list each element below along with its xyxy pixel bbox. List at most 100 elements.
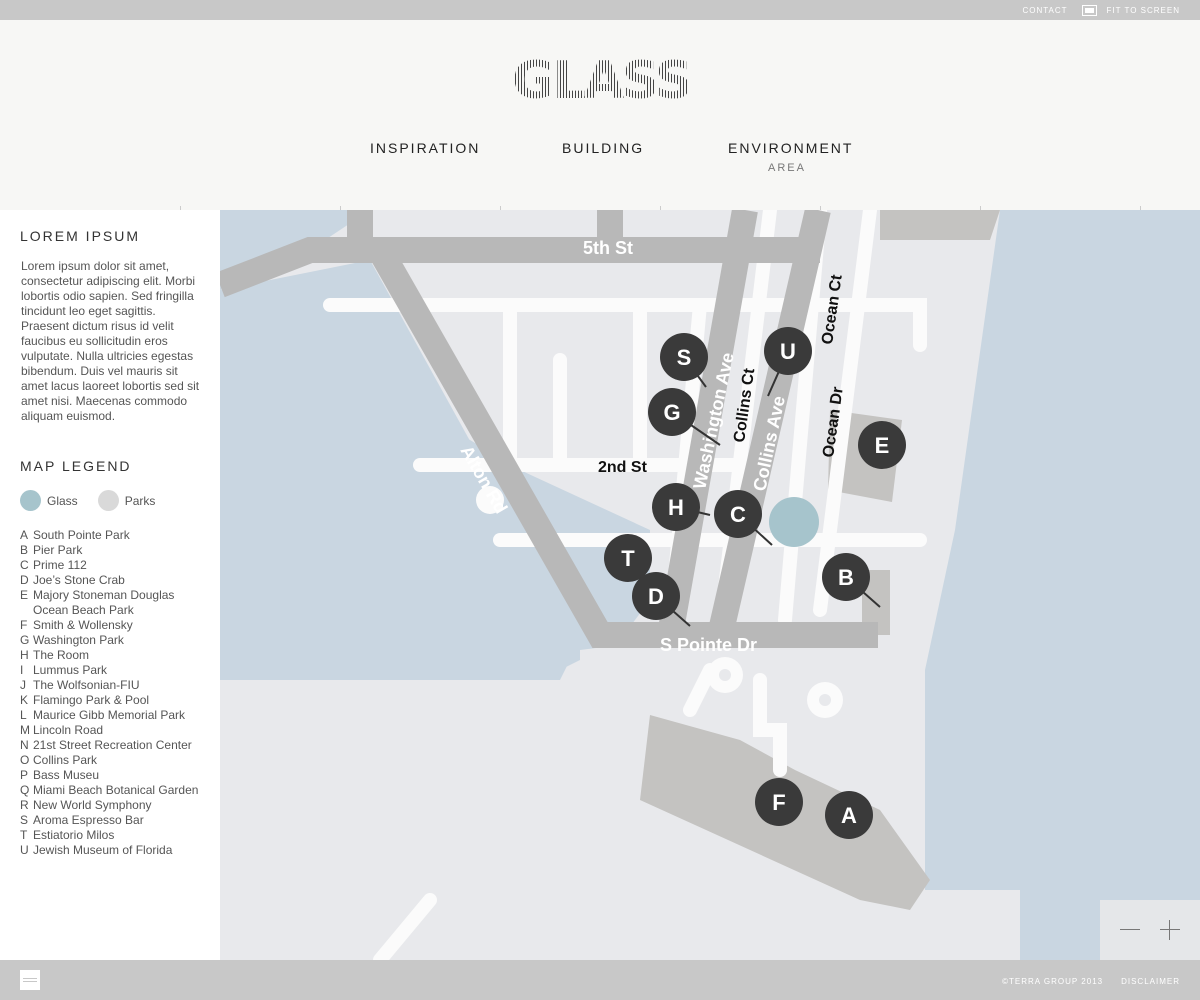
- nav-inspiration[interactable]: INSPIRATION: [370, 140, 480, 156]
- glass-location[interactable]: [769, 497, 819, 547]
- legend-item[interactable]: D Joe’s Stone Crab: [20, 573, 210, 588]
- legend-item[interactable]: H The Room: [20, 648, 210, 663]
- nav-environment[interactable]: ENVIRONMENT: [728, 140, 853, 156]
- legend-letter: Q: [20, 783, 30, 797]
- legend-place-name: Collins Park: [33, 753, 98, 767]
- marker-letter: T: [621, 546, 635, 571]
- parks-key-swatch: [97, 490, 119, 511]
- map-marker-e[interactable]: E: [858, 421, 906, 469]
- legend-item[interactable]: G Washington Park: [20, 633, 210, 648]
- legend-item[interactable]: U Jewish Museum of Florida: [20, 843, 210, 858]
- map[interactable]: 5th St S Pointe Dr Alton Rd Washington A…: [220, 210, 1200, 960]
- legend-place-name: Bass Museu: [33, 768, 100, 782]
- legend-letter: E: [20, 588, 29, 602]
- legend-letter: A: [20, 528, 29, 542]
- plus-icon-vertical: [1169, 920, 1170, 940]
- legend-place-name: Aroma Espresso Bar: [33, 813, 144, 827]
- park-area: [880, 210, 1000, 240]
- disclaimer-link[interactable]: DISCLAIMER: [1121, 977, 1180, 986]
- marker-letter: G: [663, 400, 680, 425]
- legend-item[interactable]: T Estiatorio Milos: [20, 828, 210, 843]
- footer-links: ©TERRA GROUP 2013 DISCLAIMER: [1002, 977, 1180, 986]
- copyright-text: ©TERRA GROUP 2013: [1002, 977, 1104, 986]
- legend-place-name: Flamingo Park & Pool: [33, 693, 150, 707]
- legend-letter: F: [20, 618, 28, 632]
- marker-letter: B: [838, 565, 854, 590]
- marker-letter: E: [875, 433, 890, 458]
- legend-place-name: Washington Park: [33, 633, 124, 647]
- logo-text: GLASS: [512, 51, 693, 111]
- footer-logo-icon[interactable]: [20, 970, 40, 990]
- legend-place-name: Pier Park: [33, 543, 83, 557]
- glass-logo[interactable]: GLASS: [512, 51, 693, 111]
- fit-to-screen-label: FIT TO SCREEN: [1106, 6, 1180, 15]
- legend-item[interactable]: L Maurice Gibb Memorial Park: [20, 708, 210, 723]
- legend-letter: C: [20, 558, 29, 572]
- header: GLASS INSPIRATION BUILDING ENVIRONMENT A…: [0, 20, 1200, 210]
- zoom-out-button[interactable]: [1120, 920, 1140, 940]
- legend-item[interactable]: A South Pointe Park: [20, 528, 210, 543]
- legend-letter: N: [20, 738, 29, 752]
- sidebar: LOREM IPSUM Lorem ipsum dolor sit amet, …: [0, 210, 220, 960]
- street-label-s-pointe: S Pointe Dr: [660, 635, 757, 655]
- legend-item[interactable]: F Smith & Wollensky: [20, 618, 210, 633]
- zoom-in-button[interactable]: [1160, 920, 1180, 940]
- parks-key-label: Parks: [124, 493, 156, 508]
- legend-item[interactable]: B Pier Park: [20, 543, 210, 558]
- nav-sub-area[interactable]: AREA: [768, 162, 806, 174]
- map-marker-a[interactable]: A: [825, 791, 873, 839]
- glass-key-swatch: [20, 490, 41, 511]
- south-strip: [345, 890, 1020, 960]
- legend-letter: J: [20, 678, 26, 692]
- legend-item[interactable]: P Bass Museu: [20, 768, 210, 783]
- roundabout-center: [719, 669, 731, 681]
- legend-letter: G: [20, 633, 30, 647]
- legend-item[interactable]: J The Wolfsonian-FIU: [20, 678, 210, 693]
- marker-letter: S: [677, 345, 692, 370]
- street-label-2nd: 2nd St: [598, 459, 648, 476]
- legend-place-name: 21st Street Recreation Center: [33, 738, 192, 752]
- contact-link[interactable]: CONTACT: [1022, 6, 1067, 15]
- legend-item[interactable]: C Prime 112: [20, 558, 210, 573]
- legend-item[interactable]: M Lincoln Road: [20, 723, 210, 738]
- legend-place-name: New World Symphony: [33, 798, 152, 812]
- zoom-controls: [1100, 900, 1200, 960]
- legend-item[interactable]: Q Miami Beach Botanical Garden: [20, 783, 210, 798]
- legend-list: A South Pointe Park B Pier Park C Prime 112 D J…: [20, 528, 210, 858]
- legend-place-name: Lincoln Road: [33, 723, 104, 737]
- plus-icon: [1160, 929, 1180, 930]
- marker-letter: F: [772, 790, 785, 815]
- map-canvas[interactable]: 5th St S Pointe Dr Alton Rd Washington A…: [220, 210, 1200, 960]
- legend-letter: L: [20, 708, 27, 722]
- legend-letter: O: [20, 753, 30, 767]
- legend-letter: U: [20, 843, 29, 857]
- fit-screen-icon: [1081, 5, 1097, 16]
- legend-item[interactable]: R New World Symphony: [20, 798, 210, 813]
- marker-letter: H: [668, 495, 684, 520]
- legend-item[interactable]: I Lummus Park: [20, 663, 210, 678]
- legend-item[interactable]: N 21st Street Recreation Center: [20, 738, 210, 753]
- legend-place-name: Estiatorio Milos: [33, 828, 115, 842]
- legend-item[interactable]: S Aroma Espresso Bar: [20, 813, 210, 828]
- roundabout-center: [819, 694, 831, 706]
- legend-item[interactable]: E Majory Stoneman Douglas Ocean Beach Par…: [20, 588, 210, 618]
- fit-to-screen-button[interactable]: FIT TO SCREEN: [1081, 5, 1180, 16]
- marker-letter: U: [780, 339, 796, 364]
- legend-letter: K: [20, 693, 29, 707]
- top-bar: CONTACT FIT TO SCREEN: [0, 0, 1200, 20]
- legend-place-name: Majory Stoneman Douglas Ocean Beach Park: [33, 588, 175, 617]
- legend-place-name: Joe’s Stone Crab: [33, 573, 125, 587]
- marker-letter: A: [841, 803, 857, 828]
- legend-place-name: Maurice Gibb Memorial Park: [33, 708, 186, 722]
- street-label-5th: 5th St: [583, 238, 633, 258]
- sidebar-text: Lorem ipsum dolor sit amet, consectetur …: [21, 259, 200, 423]
- legend-keys: Glass Parks: [20, 490, 155, 511]
- legend-letter: R: [20, 798, 29, 812]
- legend-letter: T: [20, 828, 28, 842]
- legend-item[interactable]: K Flamingo Park & Pool: [20, 693, 210, 708]
- nav-building[interactable]: BUILDING: [562, 140, 644, 156]
- map-marker-f[interactable]: F: [755, 778, 803, 826]
- marker-letter: C: [730, 502, 746, 527]
- marker-letter: D: [648, 584, 664, 609]
- legend-item[interactable]: O Collins Park: [20, 753, 210, 768]
